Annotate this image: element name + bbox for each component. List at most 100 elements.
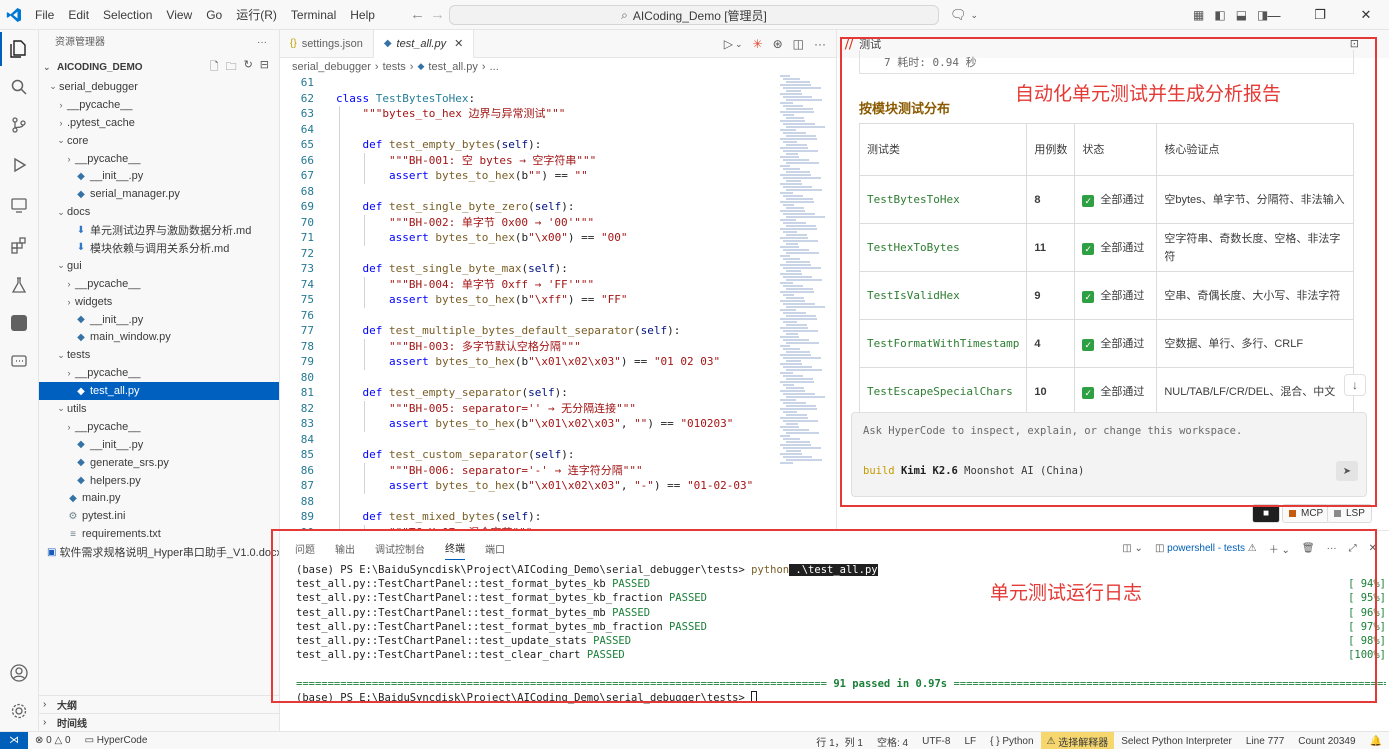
minimap[interactable] [780,75,825,530]
tab-test-all-py[interactable]: ◆ test_all.py ✕ [373,30,475,58]
language-mode[interactable]: { } Python [983,736,1040,747]
tree-folder[interactable]: ⌄ tests [39,346,279,364]
encoding[interactable]: UTF-8 [915,736,957,747]
outline-section[interactable]: › 大纲 [39,695,279,713]
tree-file[interactable]: ⚙ pytest.ini [39,507,279,525]
tree-file[interactable]: ◆ __init__.py [39,167,279,185]
close-panel-icon[interactable]: ✕ [1369,543,1377,554]
restore-button[interactable]: ❐ [1297,7,1343,23]
breadcrumb-item[interactable]: test_all.py [428,61,478,73]
tree-file[interactable]: ▣ 软件需求规格说明_Hyper串口助手_V1.0.docx [39,543,279,561]
mcp-chip[interactable]: MCP [1282,504,1331,523]
menu-item[interactable]: 运行(R) [229,0,284,30]
select-interpreter[interactable]: Select Python Interpreter [1114,736,1239,747]
copilot-chat-toggle[interactable]: 🗨 ⌄ [950,0,978,30]
menu-item[interactable]: Edit [61,0,96,30]
char-count[interactable]: Count 20349 [1291,736,1362,747]
split-editor-icon[interactable]: ◫ [793,37,804,51]
collapse-all-icon[interactable]: ⊟ [260,58,269,77]
more-actions-icon[interactable]: ··· [1327,543,1337,554]
account-icon[interactable] [8,662,30,684]
tree-file[interactable]: ◆ helpers.py [39,472,279,490]
tree-folder[interactable]: › .pytest_cache [39,114,279,132]
timeline-section[interactable]: › 时间线 [39,713,279,731]
tree-file[interactable]: ◆ main_window.py [39,328,279,346]
tree-file[interactable]: ◆ __init__.py [39,311,279,329]
more-actions-icon[interactable]: ··· [814,37,826,51]
indentation[interactable]: 空格: 4 [870,734,915,749]
chevron-down-icon[interactable]: ⌄ [735,39,743,50]
breadcrumb-item[interactable]: ... [490,61,499,73]
tree-file[interactable]: ≡ requirements.txt [39,525,279,543]
tab-output[interactable]: 输出 [335,537,355,560]
tree-folder[interactable]: › __pycache__ [39,275,279,293]
tree-folder[interactable]: › __pycache__ [39,418,279,436]
terminal-instance[interactable]: ◫ powershell - tests ⚠ [1155,543,1257,554]
interpreter-warning[interactable]: ⚠ 选择解释器 [1040,732,1115,749]
explorer-icon[interactable] [0,32,30,66]
remote-explorer-icon[interactable] [8,194,30,216]
notifications-icon[interactable]: 🔔 [1363,736,1389,747]
tree-file[interactable]: ◆ generate_srs.py [39,454,279,472]
open-chat-icon[interactable]: ⊛ [773,37,783,51]
run-file-icon[interactable]: ▷ [724,37,733,51]
breadcrumb-item[interactable]: serial_debugger [292,61,371,73]
problems-status[interactable]: ⊗ 0 △ 0 [28,735,78,746]
tree-file[interactable]: ⬇ 单元测试边界与激励数据分析.md [39,221,279,239]
refresh-icon[interactable]: ↻ [244,58,253,77]
new-terminal-icon[interactable]: ＋ ⌄ [1269,541,1290,556]
cursor-position[interactable]: 行 1，列 1 [809,734,870,749]
new-session-icon[interactable]: ⊡ [1350,37,1359,50]
tree-folder[interactable]: ⌄ gui [39,257,279,275]
customize-layout-icon[interactable]: ▦ [1193,8,1204,22]
tree-folder[interactable]: › __pycache__ [39,364,279,382]
panel-chat-icon[interactable] [8,350,30,372]
tree-folder[interactable]: ⌄ docs [39,203,279,221]
new-folder-icon[interactable]: 🗀 [226,58,237,77]
gear-icon[interactable] [8,700,30,722]
source-control-icon[interactable] [8,114,30,136]
line-count[interactable]: Line 777 [1239,736,1291,747]
menu-item[interactable]: View [159,0,199,30]
workspace-root[interactable]: ⌄ AICODING_DEMO 🗋 🗀 ↻ ⊟ [39,56,279,78]
menu-item[interactable]: Go [199,0,229,30]
tree-folder[interactable]: ⌄ utils [39,400,279,418]
menu-item[interactable]: Terminal [284,0,343,30]
remote-indicator-icon[interactable]: ⋊ [0,731,28,749]
model-selector[interactable]: build Kimi K2.6 Moonshot AI (China) [863,465,1084,477]
close-window-button[interactable]: ✕ [1343,7,1389,23]
testing-flask-icon[interactable] [8,274,30,296]
forward-arrow-icon[interactable]: → [424,6,451,23]
tree-file[interactable]: ◆ __init__.py [39,436,279,454]
menu-item[interactable]: File [28,0,61,30]
hypercode-status[interactable]: ▭ HyperCode [78,735,155,746]
tab-terminal[interactable]: 终端 [445,536,465,560]
run-debug-icon[interactable] [8,154,30,176]
split-terminal-icon[interactable]: ◫ ⌄ [1122,543,1143,554]
tree-folder[interactable]: › __pycache__ [39,96,279,114]
minimize-button[interactable]: — [1251,8,1297,23]
tab-settings-json[interactable]: {} settings.json [280,30,374,57]
tab-debug-console[interactable]: 调试控制台 [375,537,425,560]
debug-sparkle-icon[interactable]: ✳ [753,37,763,51]
code-view[interactable]: 61 62 class TestBytesToHex: 63 """bytes_to_… [280,75,780,530]
tab-ports[interactable]: 端口 [485,537,505,560]
terminal-output[interactable]: (base) PS E:\BaiduSyncdisk\Project\AICod… [296,563,1386,705]
tree-file[interactable]: ⬇ 模块依赖与调用关系分析.md [39,239,279,257]
send-icon[interactable]: ➤ [1336,461,1358,481]
chat-input-box[interactable]: Ask HyperCode to inspect, explain, or ch… [851,412,1367,497]
menu-item[interactable]: Selection [96,0,159,30]
tree-file[interactable]: ◆ main.py [39,489,279,507]
toggle-panel-icon[interactable]: ⬓ [1236,8,1247,22]
close-icon[interactable]: ✕ [454,37,463,50]
new-file-icon[interactable]: 🗋 [210,58,219,77]
tree-folder[interactable]: ⌄ core [39,132,279,150]
scroll-down-button[interactable]: ↓ [1344,374,1366,396]
hypercode-icon[interactable] [8,312,30,334]
toggle-sidebar-icon[interactable]: ◧ [1214,8,1225,22]
tree-folder[interactable]: › widgets [39,293,279,311]
tree-file[interactable]: ◆ test_all.py [39,382,279,401]
line-ending[interactable]: LF [957,736,983,747]
tree-file[interactable]: ◆ serial_manager.py [39,185,279,203]
tab-problems[interactable]: 问题 [295,537,315,560]
